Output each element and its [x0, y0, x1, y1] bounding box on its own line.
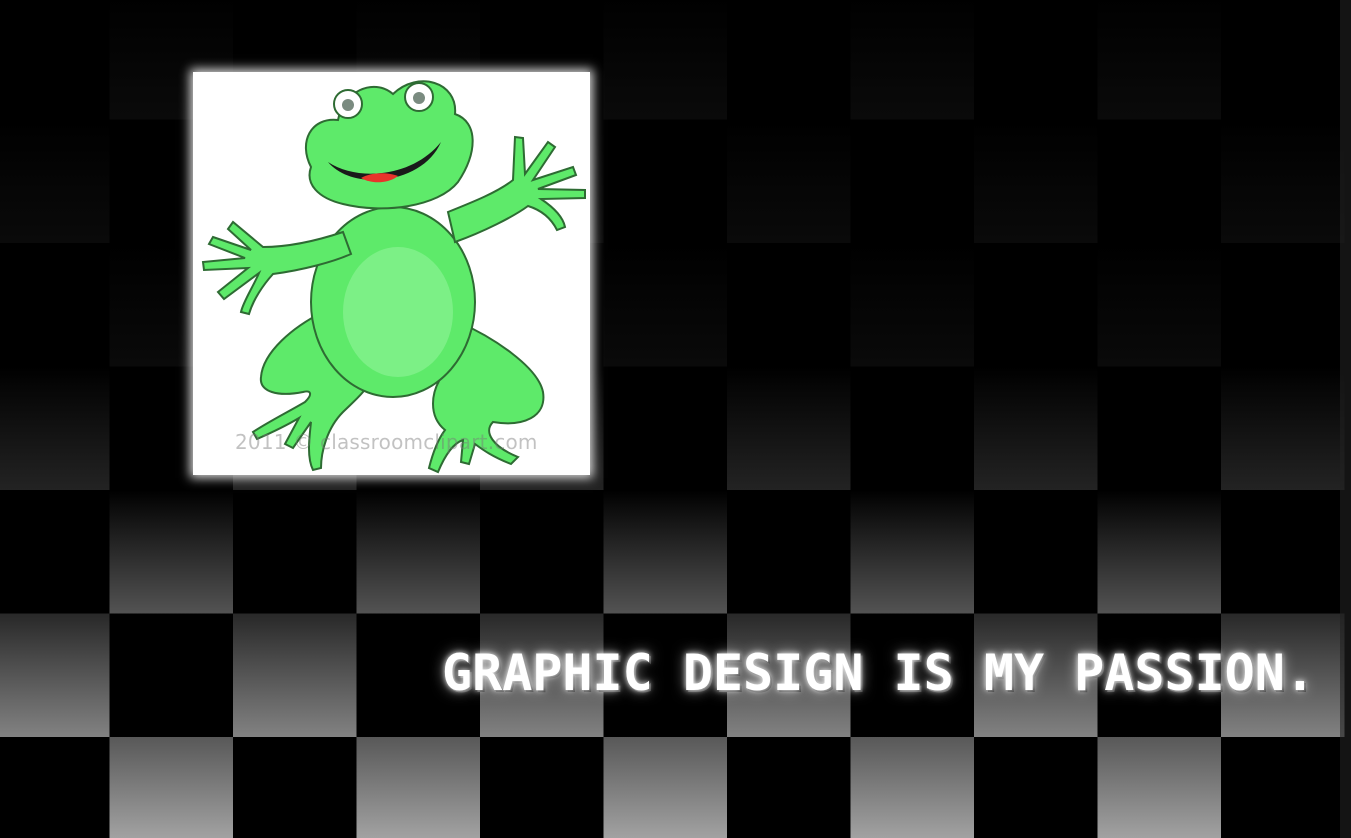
checker-tile: [0, 0, 110, 120]
checker-tile: [603, 366, 727, 490]
checker-tile: [1097, 243, 1221, 367]
caption-text: GRAPHIC DESIGN IS MY PASSION.: [442, 644, 1315, 702]
checker-tile: [0, 737, 110, 838]
checker-tile: [480, 737, 604, 838]
checker-tile: [233, 490, 357, 614]
checker-tile: [480, 490, 604, 614]
checker-tile: [974, 737, 1098, 838]
edge-strip: [1340, 0, 1351, 838]
frog-image: 2011 © classroomclipart.com: [193, 72, 590, 475]
checker-tile: [974, 490, 1098, 614]
meme-canvas: 2011 © classroomclipart.com GRAPHIC DESI…: [0, 0, 1351, 838]
checker-tile: [109, 490, 233, 614]
checker-tile: [1097, 737, 1221, 838]
checker-tile: [1097, 0, 1221, 120]
checker-tile: [1097, 119, 1221, 243]
checker-tile: [1097, 366, 1221, 490]
checker-tile: [850, 366, 974, 490]
checker-tile: [603, 737, 727, 838]
checker-tile: [1097, 490, 1221, 614]
checker-tile: [603, 243, 727, 367]
checker-tile: [850, 0, 974, 120]
checker-tile: [233, 613, 357, 737]
checker-tile: [0, 119, 110, 243]
checker-tile: [850, 119, 974, 243]
checker-tile: [974, 0, 1098, 120]
frog-icon: [201, 80, 586, 474]
checker-tile: [109, 613, 233, 737]
checker-tile: [603, 490, 727, 614]
checker-tile: [850, 490, 974, 614]
checker-tile: [603, 119, 727, 243]
checker-tile: [1221, 243, 1345, 367]
checker-tile: [233, 737, 357, 838]
checker-tile: [727, 0, 851, 120]
checker-tile: [109, 737, 233, 838]
checker-tile: [850, 243, 974, 367]
watermark-text: 2011 © classroomclipart.com: [235, 430, 538, 454]
checker-tile: [727, 366, 851, 490]
checker-tile: [1221, 737, 1345, 838]
checker-tile: [727, 490, 851, 614]
checker-tile: [974, 243, 1098, 367]
checker-tile: [1221, 366, 1345, 490]
checker-tile: [0, 490, 110, 614]
checker-tile: [727, 737, 851, 838]
checker-tile: [727, 243, 851, 367]
checker-tile: [0, 243, 110, 367]
checker-tile: [356, 737, 480, 838]
checker-tile: [850, 737, 974, 838]
checker-tile: [603, 0, 727, 120]
checker-tile: [974, 366, 1098, 490]
checker-tile: [1221, 0, 1345, 120]
checker-tile: [1221, 119, 1345, 243]
checker-tile: [1221, 490, 1345, 614]
checker-tile: [0, 613, 110, 737]
checker-tile: [974, 119, 1098, 243]
checker-tile: [0, 366, 110, 490]
checker-tile: [356, 490, 480, 614]
checker-tile: [727, 119, 851, 243]
